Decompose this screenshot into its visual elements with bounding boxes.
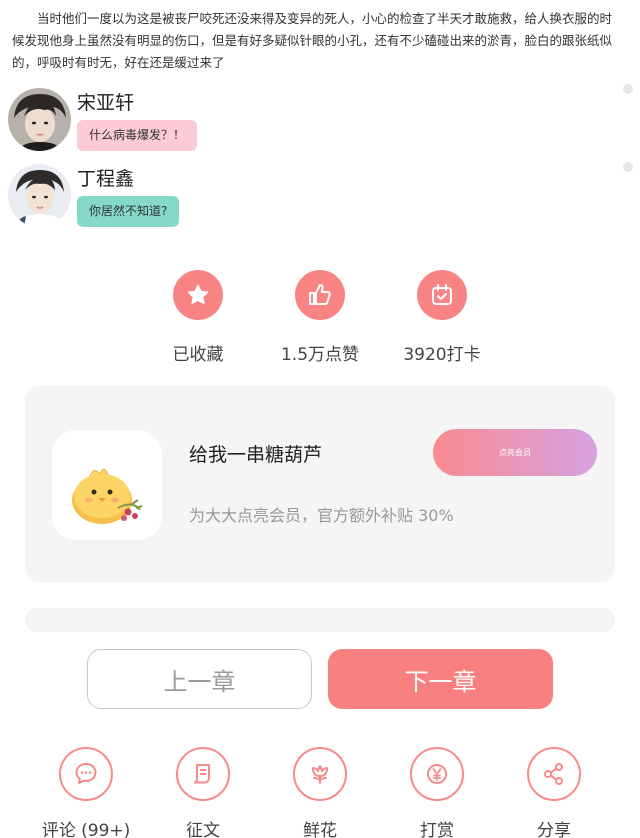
share-label: 分享 [537, 821, 571, 838]
member-description: 为大大点亮会员，官方额外补贴 30% [189, 506, 454, 525]
favorite-label: 已收藏 [172, 345, 224, 365]
message-bubble: 什么病毒爆发？！ [77, 120, 198, 151]
yen-icon [410, 747, 464, 801]
scroll-indicator-dot [623, 84, 633, 94]
share-icon [527, 747, 581, 801]
divider-bar [25, 608, 615, 632]
flower-label: 鲜花 [303, 821, 337, 838]
scroll-indicator-dot [623, 162, 633, 172]
tip-action[interactable]: 打赏 [382, 747, 492, 838]
tip-label: 打赏 [420, 821, 454, 838]
sender-name: 丁程鑫 [77, 168, 135, 190]
sender-name: 宋亚轩 [77, 92, 135, 114]
share-action[interactable]: 分享 [499, 747, 609, 838]
activate-membership-button[interactable]: 点亮会员 [433, 429, 597, 476]
message-bubble: 你居然不知道? [77, 196, 180, 227]
like-stat[interactable]: 1.5万点赞 [250, 270, 390, 365]
chick-illustration [52, 430, 162, 540]
comment-label: 评论 (99+) [41, 821, 131, 838]
avatar[interactable] [8, 164, 71, 227]
favorite-stat[interactable]: 已收藏 [128, 270, 268, 365]
story-paragraph: 当时他们一度以为这是被丧尸咬死还没来得及变异的死人，小心的检查了半天才敢施救，给… [12, 11, 613, 70]
star-icon [173, 270, 223, 320]
essay-icon [176, 747, 230, 801]
comment-icon [59, 747, 113, 801]
comment-action[interactable]: 评论 (99+) [31, 747, 141, 838]
member-promo-card: 给我一串糖葫芦 点亮会员 为大大点亮会员，官方额外补贴 30% [25, 386, 615, 582]
like-count-label: 1.5万点赞 [280, 345, 360, 365]
flower-icon [293, 747, 347, 801]
avatar[interactable] [8, 88, 71, 151]
member-title: 给我一串糖葫芦 [189, 444, 323, 466]
essay-label: 征文 [186, 821, 220, 838]
checkin-count-label: 3920打卡 [403, 345, 481, 365]
thumbs-up-icon [295, 270, 345, 320]
checkin-stat[interactable]: 3920打卡 [372, 270, 512, 365]
next-chapter-button[interactable]: 下一章 [328, 649, 553, 709]
prev-chapter-button[interactable]: 上一章 [87, 649, 312, 709]
calendar-check-icon [417, 270, 467, 320]
essay-action[interactable]: 征文 [148, 747, 258, 838]
flower-action[interactable]: 鲜花 [265, 747, 375, 838]
